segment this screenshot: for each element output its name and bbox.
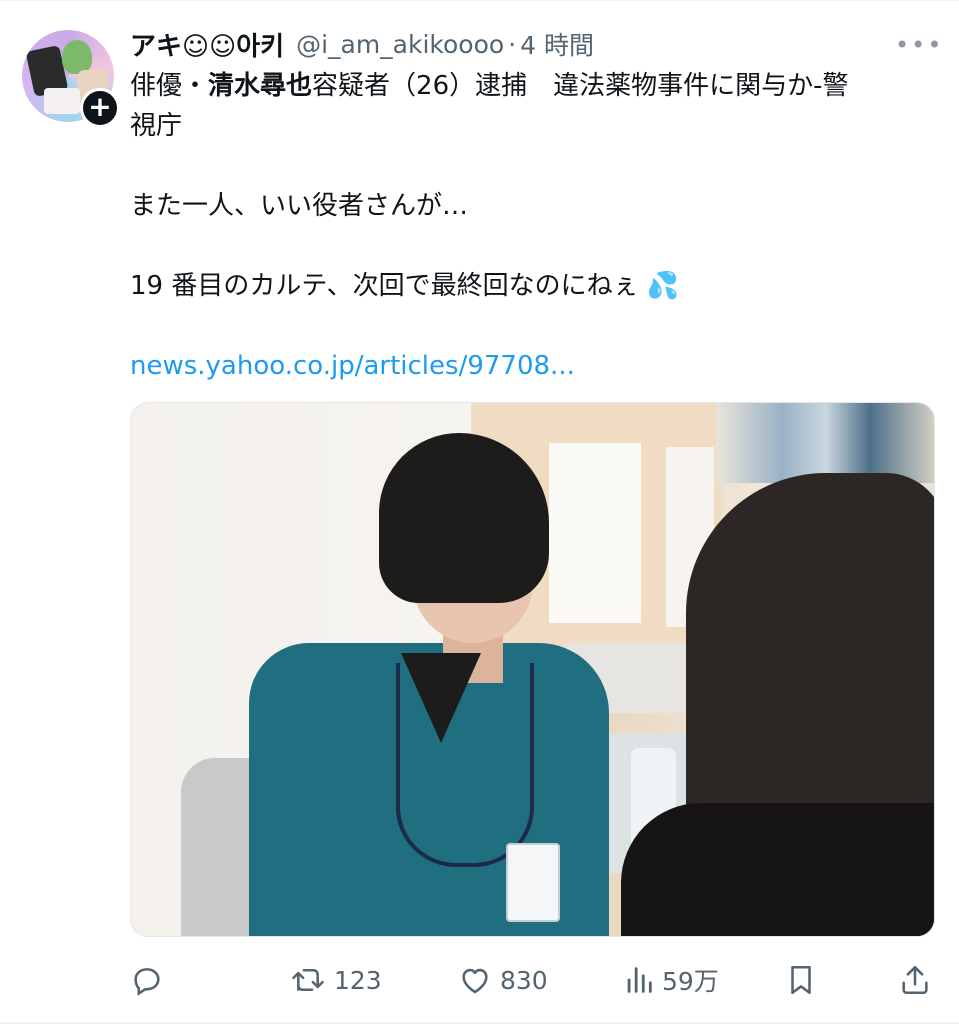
text-line-1: 俳優・清水尋也容疑者（26）逮捕 違法薬物事件に関与か-警	[130, 71, 849, 101]
plus-icon: +	[88, 90, 112, 123]
text-line-2: 視庁	[130, 111, 183, 141]
bold-name: 清水尋也	[208, 71, 313, 101]
article-link[interactable]: news.yahoo.co.jp/articles/97708...	[130, 351, 575, 381]
post-time[interactable]: 4 時間	[520, 26, 594, 62]
post-header: アキ☺☺아키 @i_am_akikoooo · 4 時間	[130, 26, 594, 62]
reply-button[interactable]	[130, 955, 164, 1005]
avatar-container[interactable]: +	[22, 30, 120, 128]
bookmark-button[interactable]	[785, 955, 817, 1005]
retweet-button[interactable]: 123	[290, 955, 382, 1005]
more-icon[interactable]: •••	[895, 30, 941, 60]
post-image[interactable]	[130, 402, 935, 937]
display-name[interactable]: アキ☺☺아키	[130, 26, 284, 63]
bookmark-icon	[785, 963, 817, 997]
retweet-count: 123	[334, 965, 382, 995]
share-button[interactable]	[898, 955, 932, 1005]
user-handle[interactable]: @i_am_akikoooo	[296, 30, 504, 59]
heart-icon	[458, 963, 492, 997]
reply-icon	[130, 963, 164, 997]
follow-plus-button[interactable]: +	[80, 88, 120, 128]
share-icon	[898, 963, 932, 997]
analytics-icon	[624, 963, 654, 997]
top-divider	[0, 0, 959, 1]
action-bar: 123 830 59万	[130, 955, 935, 1005]
retweet-icon	[290, 963, 326, 997]
separator-dot: ·	[508, 29, 517, 59]
text-line-4: 19 番目のカルテ、次回で最終回なのにねぇ 💦	[130, 271, 680, 301]
views-count: 59万	[662, 967, 719, 996]
views-button[interactable]: 59万	[624, 955, 719, 1005]
text-line-3: また一人、いい役者さんが…	[130, 191, 469, 221]
post-text: 俳優・清水尋也容疑者（26）逮捕 違法薬物事件に関与か-警 視庁 また一人、いい…	[130, 66, 935, 386]
like-button[interactable]: 830	[458, 955, 548, 1005]
like-count: 830	[500, 965, 548, 995]
